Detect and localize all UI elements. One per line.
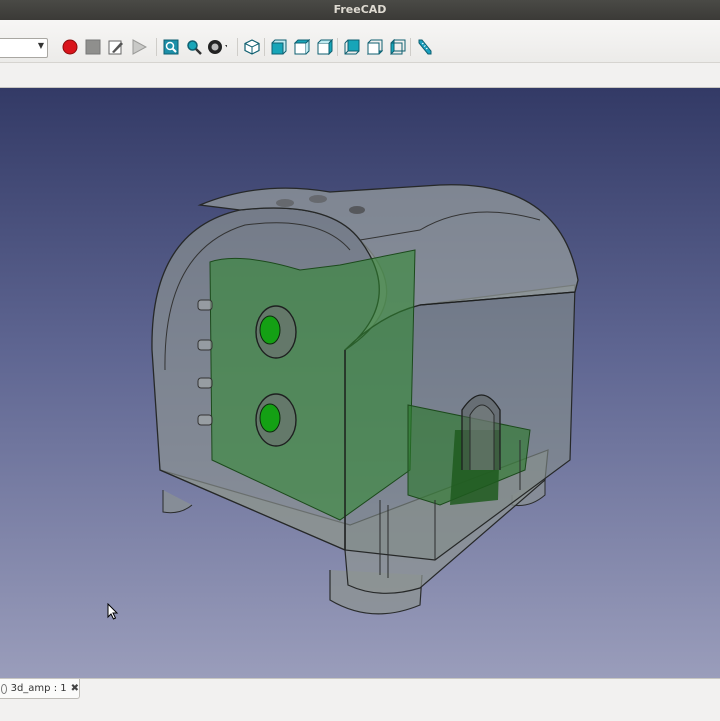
- chevron-down-icon: ▼: [37, 41, 44, 50]
- view-front-button[interactable]: [269, 37, 289, 57]
- mouse-pointer-icon: [107, 603, 119, 620]
- view-bottom-button[interactable]: [365, 37, 385, 57]
- view-left-button[interactable]: [388, 37, 408, 57]
- macro-record-button[interactable]: [60, 37, 80, 57]
- model-top-hole: [276, 199, 294, 207]
- window-title: FreeCAD: [333, 3, 387, 16]
- secondary-toolbar: [0, 63, 720, 88]
- tab-label: 3d_amp : 1: [10, 683, 67, 694]
- toolbar-separator: [410, 38, 411, 56]
- view-bottom-icon: [367, 39, 383, 55]
- window-titlebar: FreeCAD: [0, 0, 720, 20]
- 3d-viewport[interactable]: [0, 88, 720, 678]
- measure-button[interactable]: [414, 37, 434, 57]
- macro-run-icon: [132, 39, 147, 55]
- model-vent: [197, 299, 213, 311]
- toolbar-separator: [156, 38, 157, 56]
- fit-all-icon: [163, 39, 179, 55]
- draw-style-button[interactable]: [207, 37, 227, 57]
- model-top-hole: [309, 195, 327, 203]
- macro-edit-icon: [108, 40, 123, 55]
- document-icon: [1, 683, 7, 694]
- model-jack-lower: [259, 403, 281, 433]
- macro-edit-button[interactable]: [106, 37, 126, 57]
- view-rear-button[interactable]: [342, 37, 362, 57]
- fit-all-button[interactable]: [161, 37, 181, 57]
- model-top-hole: [349, 206, 365, 214]
- view-rear-icon: [344, 39, 360, 55]
- macro-stop-icon: [85, 39, 101, 55]
- macro-run-button[interactable]: [129, 37, 149, 57]
- model-foot-left: [162, 490, 193, 514]
- model-vent: [197, 377, 213, 389]
- toolbar-separator: [264, 38, 265, 56]
- model-vent: [197, 414, 213, 426]
- 3d-model[interactable]: [0, 88, 720, 678]
- view-right-icon: [317, 39, 333, 55]
- macro-record-icon: [62, 39, 78, 55]
- model-vent: [197, 339, 213, 351]
- toolbar-separator: [237, 38, 238, 56]
- view-top-icon: [294, 39, 310, 55]
- toolbar-separator: [337, 38, 338, 56]
- close-icon[interactable]: ✖: [71, 683, 79, 694]
- tab-3d-amp[interactable]: 3d_amp : 1 ✖: [0, 679, 80, 699]
- document-tabbar: 3d_amp : 1 ✖: [0, 678, 720, 721]
- view-left-icon: [390, 39, 406, 55]
- macro-stop-button[interactable]: [83, 37, 103, 57]
- view-right-button[interactable]: [315, 37, 335, 57]
- view-top-button[interactable]: [292, 37, 312, 57]
- measure-icon: [418, 39, 432, 55]
- view-front-icon: [271, 39, 287, 55]
- view-isometric-icon: [244, 39, 260, 55]
- view-isometric-button[interactable]: [242, 37, 262, 57]
- model-side-arch-inner: [469, 404, 495, 470]
- main-toolbar: ▼: [0, 20, 720, 63]
- draw-style-icon: [208, 40, 227, 54]
- workbench-selector[interactable]: ▼: [0, 38, 48, 58]
- fit-selection-button[interactable]: [184, 37, 204, 57]
- fit-selection-icon: [187, 40, 202, 55]
- model-jack-upper: [259, 315, 281, 345]
